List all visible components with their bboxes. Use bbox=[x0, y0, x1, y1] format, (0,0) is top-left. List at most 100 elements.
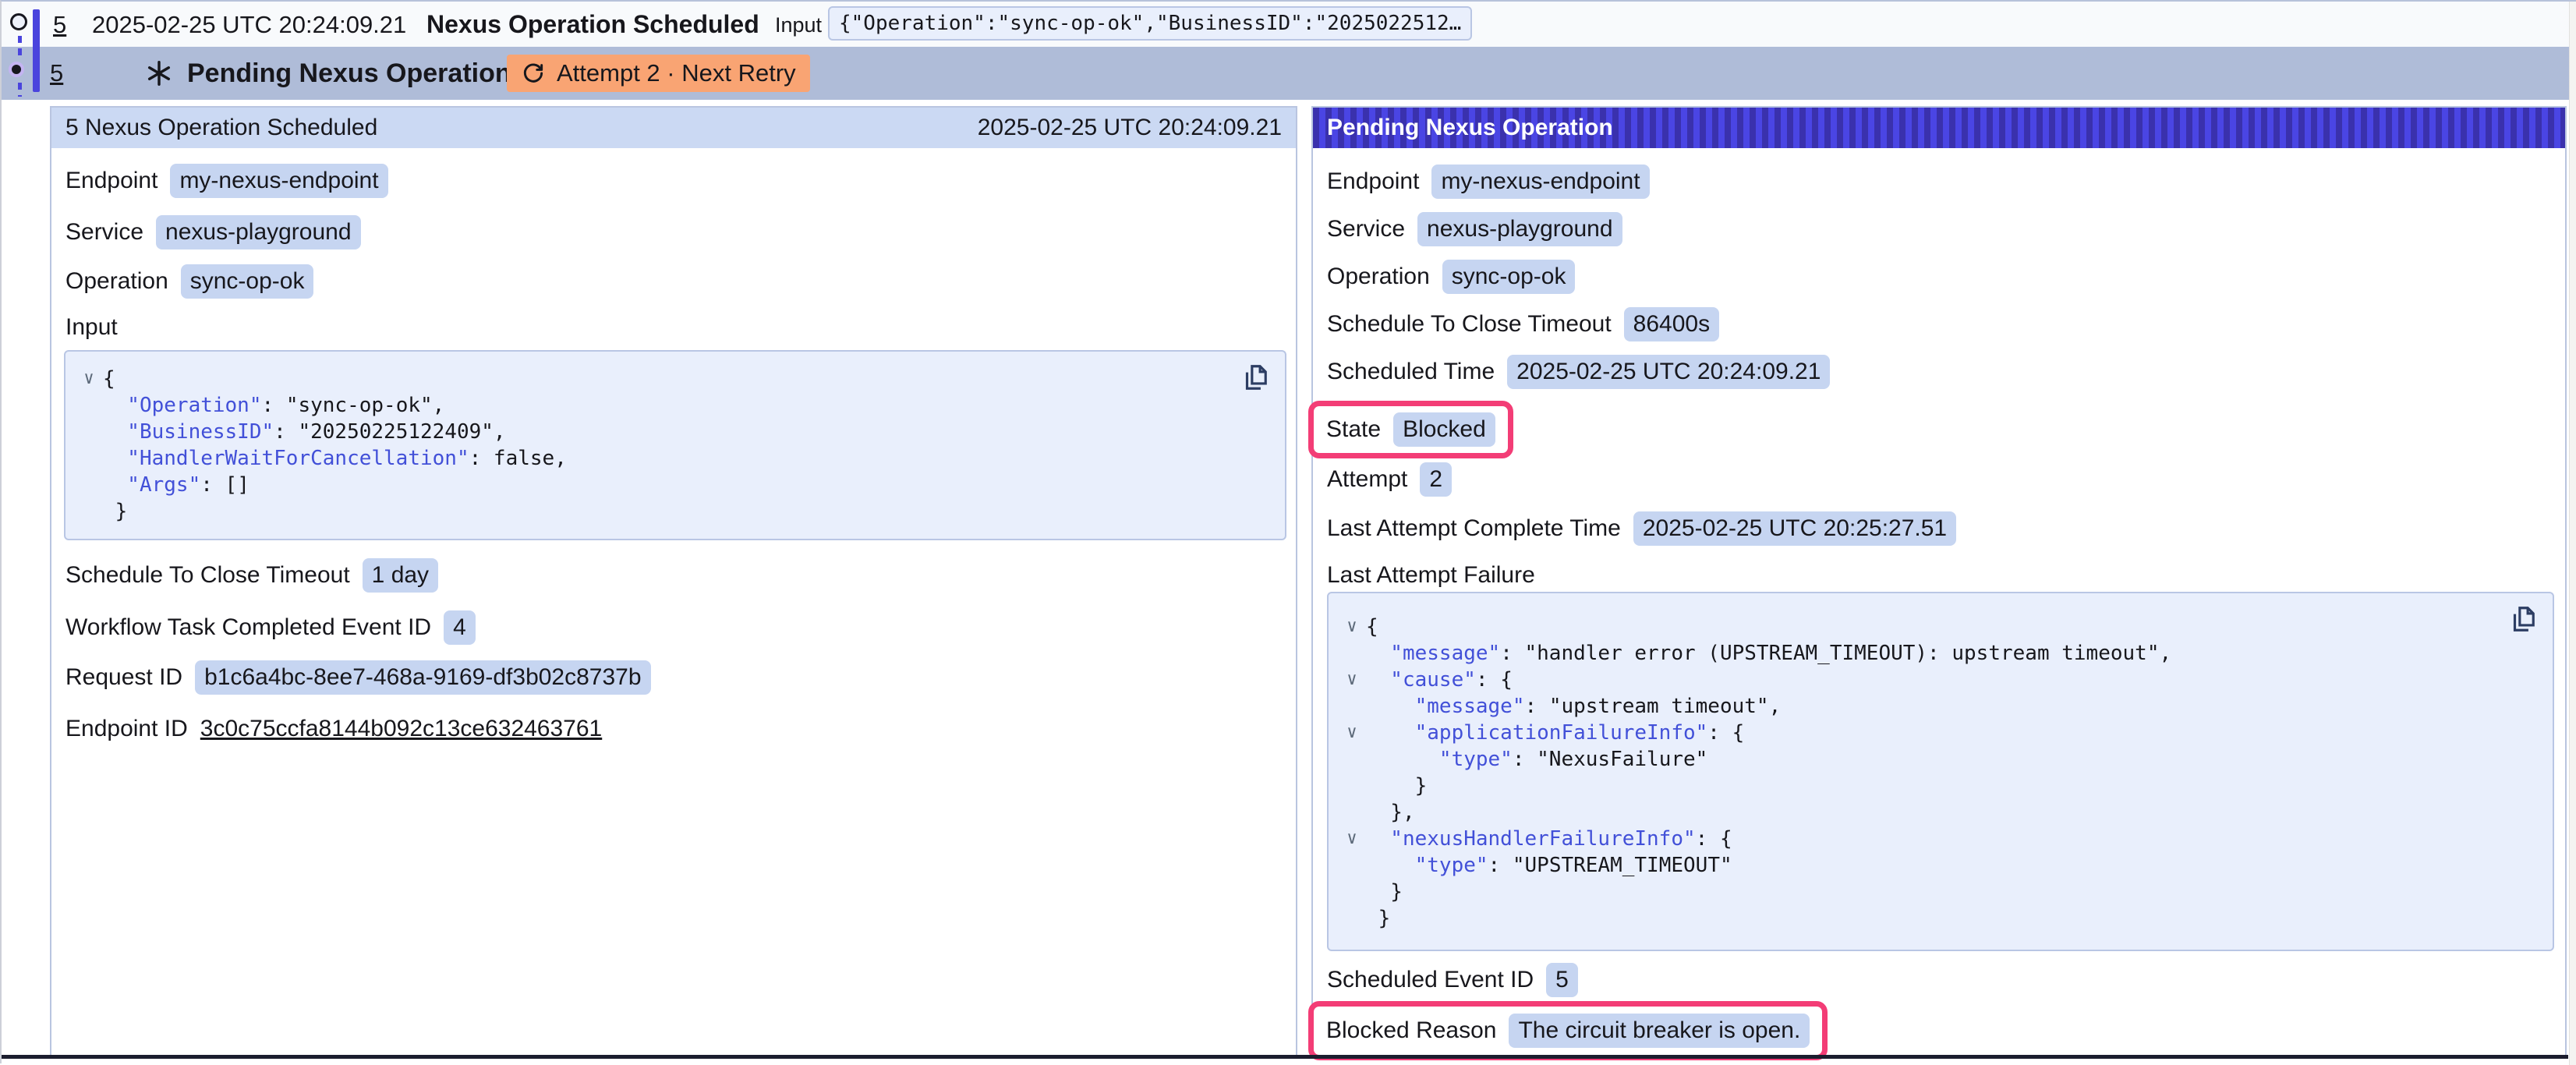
request-id-value-badge: b1c6a4bc-8ee7-468a-9169-df3b02c8737b bbox=[195, 660, 650, 695]
event-row-pending-nexus-operation[interactable]: 5 Pending Nexus Operation Attempt 2 · Ne… bbox=[2, 47, 2571, 100]
field-schedule-to-close-timeout: Schedule To Close Timeout 86400s bbox=[1327, 306, 1719, 342]
field-request-id: Request ID b1c6a4bc-8ee7-468a-9169-df3b0… bbox=[65, 660, 651, 695]
json-line-text: { bbox=[1366, 614, 1378, 640]
blocked-reason-value-badge: The circuit breaker is open. bbox=[1509, 1014, 1810, 1048]
json-line-text: "type": "NexusFailure" bbox=[1366, 746, 1707, 773]
input-json-block: ∨{ "Operation": "sync-op-ok", "BusinessI… bbox=[64, 350, 1286, 540]
sct-value-badge: 86400s bbox=[1624, 307, 1719, 341]
json-line: ∨ "nexusHandlerFailureInfo": { bbox=[1338, 826, 2543, 852]
json-line: } bbox=[1338, 773, 2543, 799]
json-line: "Args": [] bbox=[75, 472, 1276, 498]
json-line-text: "message": "handler error (UPSTREAM_TIME… bbox=[1366, 640, 2171, 667]
collapse-chevron-icon[interactable]: ∨ bbox=[1338, 826, 1366, 852]
json-line: }, bbox=[1338, 799, 2543, 826]
json-line-text: { bbox=[103, 366, 115, 392]
code-gutter bbox=[1338, 852, 1366, 879]
event-title: Nexus Operation Scheduled bbox=[426, 10, 759, 39]
pending-event-id-link[interactable]: 5 bbox=[50, 59, 63, 87]
json-line: "BusinessID": "20250225122409", bbox=[75, 419, 1276, 445]
field-last-attempt-failure-label: Last Attempt Failure bbox=[1327, 557, 1535, 593]
retry-icon bbox=[521, 61, 546, 86]
service-value-badge: nexus-playground bbox=[156, 215, 361, 249]
selected-group-indicator bbox=[33, 9, 40, 92]
event-timestamp: 2025-02-25 UTC 20:24:09.21 bbox=[92, 11, 406, 39]
json-line-text: } bbox=[1366, 773, 1427, 799]
section-bottom-divider bbox=[2, 1055, 2568, 1059]
endpoint-id-link[interactable]: 3c0c75ccfa8144b092c13ce632463761 bbox=[200, 716, 602, 742]
json-line-text: "Operation": "sync-op-ok", bbox=[103, 392, 444, 419]
retry-status-badge: Attempt 2 · Next Retry bbox=[507, 55, 810, 92]
json-line-text: "HandlerWaitForCancellation": false, bbox=[103, 445, 567, 472]
state-value-badge: Blocked bbox=[1393, 412, 1495, 447]
field-operation: Operation sync-op-ok bbox=[65, 264, 313, 299]
json-line: "message": "upstream timeout", bbox=[1338, 693, 2543, 720]
state-highlight-box: State Blocked bbox=[1308, 401, 1513, 458]
json-line: ∨{ bbox=[1338, 614, 2543, 640]
operation-value-badge: sync-op-ok bbox=[1442, 260, 1576, 294]
code-gutter bbox=[1338, 773, 1366, 799]
field-scheduled-time: Scheduled Time 2025-02-25 UTC 20:24:09.2… bbox=[1327, 354, 1830, 390]
timeline-connector bbox=[18, 36, 22, 59]
event-row-nexus-operation-scheduled[interactable]: 5 2025-02-25 UTC 20:24:09.21 Nexus Opera… bbox=[2, 2, 2571, 47]
code-gutter bbox=[75, 445, 103, 472]
collapse-chevron-icon[interactable]: ∨ bbox=[1338, 667, 1366, 693]
field-attempt: Attempt 2 bbox=[1327, 462, 1452, 497]
event-id-link[interactable]: 5 bbox=[53, 11, 66, 39]
json-line-text: "cause": { bbox=[1366, 667, 1513, 693]
vertical-scrollbar[interactable] bbox=[2569, 2, 2576, 1065]
json-line: ∨ "cause": { bbox=[1338, 667, 2543, 693]
field-last-attempt-complete-time: Last Attempt Complete Time 2025-02-25 UT… bbox=[1327, 511, 1956, 547]
field-scheduled-event-id: Scheduled Event ID 5 bbox=[1327, 962, 1578, 998]
json-line-text: "message": "upstream timeout", bbox=[1366, 693, 1781, 720]
collapse-chevron-icon[interactable]: ∨ bbox=[1338, 720, 1366, 746]
json-line: } bbox=[1338, 879, 2543, 905]
sct-value-badge: 1 day bbox=[363, 558, 438, 593]
json-line: ∨{ bbox=[75, 366, 1276, 392]
json-line-text: "Args": [] bbox=[103, 472, 249, 498]
operation-value-badge: sync-op-ok bbox=[181, 264, 314, 299]
event-history-view: { "colors": { "accent_indigo": "#4a44dd"… bbox=[0, 0, 2576, 1063]
code-gutter bbox=[75, 498, 103, 525]
code-gutter bbox=[75, 472, 103, 498]
endpoint-value-badge: my-nexus-endpoint bbox=[170, 164, 387, 198]
wtce-value-badge: 4 bbox=[444, 610, 476, 645]
pending-asterisk-icon bbox=[145, 59, 173, 91]
code-gutter bbox=[75, 392, 103, 419]
json-line: "Operation": "sync-op-ok", bbox=[75, 392, 1276, 419]
sei-value-badge: 5 bbox=[1546, 963, 1578, 997]
json-line: "message": "handler error (UPSTREAM_TIME… bbox=[1338, 640, 2543, 667]
json-line-text: } bbox=[1366, 879, 1403, 905]
code-gutter bbox=[1338, 799, 1366, 826]
json-line: "type": "UPSTREAM_TIMEOUT" bbox=[1338, 852, 2543, 879]
attempt-value-badge: 2 bbox=[1420, 462, 1452, 497]
field-service: Service nexus-playground bbox=[1327, 211, 1622, 247]
lact-value-badge: 2025-02-25 UTC 20:25:27.51 bbox=[1633, 511, 1956, 546]
code-gutter bbox=[1338, 693, 1366, 720]
code-gutter bbox=[1338, 746, 1366, 773]
copy-icon[interactable] bbox=[1240, 363, 1269, 392]
event-detail-panel-scheduled: 5 Nexus Operation Scheduled 2025-02-25 U… bbox=[50, 106, 1297, 1056]
json-line-text: } bbox=[103, 498, 127, 525]
pending-event-title: Pending Nexus Operation bbox=[187, 58, 511, 89]
json-line-text: "applicationFailureInfo": { bbox=[1366, 720, 1744, 746]
json-line: "type": "NexusFailure" bbox=[1338, 746, 2543, 773]
field-schedule-to-close-timeout: Schedule To Close Timeout 1 day bbox=[65, 557, 438, 593]
code-gutter bbox=[75, 419, 103, 445]
pending-panel-header: Pending Nexus Operation bbox=[1313, 108, 2565, 148]
code-gutter bbox=[1338, 905, 1366, 932]
failure-json-block: ∨{ "message": "handler error (UPSTREAM_T… bbox=[1327, 592, 2554, 951]
endpoint-value-badge: my-nexus-endpoint bbox=[1431, 165, 1649, 199]
json-line-text: "type": "UPSTREAM_TIMEOUT" bbox=[1366, 852, 1732, 879]
service-value-badge: nexus-playground bbox=[1417, 212, 1622, 246]
field-endpoint-id: Endpoint ID 3c0c75ccfa8144b092c13ce63246… bbox=[65, 711, 602, 747]
collapse-chevron-icon[interactable]: ∨ bbox=[1338, 614, 1366, 640]
input-preview-badge: {"Operation":"sync-op-ok","BusinessID":"… bbox=[828, 6, 1472, 41]
field-workflow-task-completed-event-id: Workflow Task Completed Event ID 4 bbox=[65, 610, 476, 646]
json-line-text: }, bbox=[1366, 799, 1415, 826]
json-line-text: "BusinessID": "20250225122409", bbox=[103, 419, 506, 445]
field-endpoint: Endpoint my-nexus-endpoint bbox=[65, 163, 388, 199]
collapse-chevron-icon[interactable]: ∨ bbox=[75, 366, 103, 392]
retry-badge-text: Attempt 2 · Next Retry bbox=[557, 59, 796, 87]
timeline-node-open-icon bbox=[10, 13, 27, 30]
copy-icon[interactable] bbox=[2507, 604, 2537, 634]
